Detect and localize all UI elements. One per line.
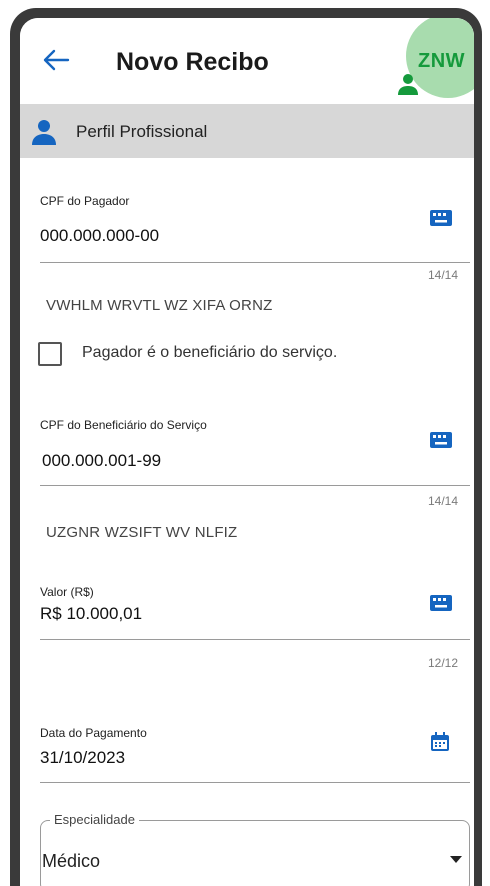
beneficiary-cpf-counter: 14/14 bbox=[428, 494, 459, 508]
amount-label: Valor (R$) bbox=[40, 585, 94, 599]
payer-cpf-counter: 14/14 bbox=[428, 268, 459, 282]
payer-cpf-underline bbox=[40, 262, 470, 263]
specialty-legend: Especialidade bbox=[50, 812, 139, 827]
payer-name: VWHLM WRVTL WZ XIFA ORNZ bbox=[46, 297, 273, 314]
payment-date-input[interactable]: 31/10/2023 bbox=[40, 748, 125, 768]
payer-cpf-input[interactable]: 000.000.000-00 bbox=[40, 226, 159, 246]
page-title: Novo Recibo bbox=[116, 48, 269, 76]
user-icon[interactable] bbox=[396, 72, 420, 96]
back-arrow-icon[interactable] bbox=[42, 48, 70, 72]
dropdown-arrow-icon[interactable] bbox=[450, 856, 462, 864]
payment-date-label: Data do Pagamento bbox=[40, 726, 147, 740]
beneficiary-cpf-label: CPF do Beneficiário do Serviço bbox=[40, 418, 207, 432]
app-screen: Novo Recibo ZNW Perfil Profissional CPF … bbox=[20, 18, 474, 886]
payment-date-underline bbox=[40, 782, 470, 783]
beneficiary-name: UZGNR WZSIFT WV NLFIZ bbox=[46, 524, 238, 541]
calendar-icon[interactable] bbox=[430, 732, 450, 752]
keyboard-icon[interactable] bbox=[430, 210, 452, 226]
keyboard-icon[interactable] bbox=[430, 595, 452, 611]
payer-is-beneficiary-label[interactable]: Pagador é o beneficiário do serviço. bbox=[82, 344, 337, 362]
payer-is-beneficiary-checkbox[interactable] bbox=[38, 342, 62, 366]
section-label: Perfil Profissional bbox=[76, 122, 208, 141]
payer-cpf-label: CPF do Pagador bbox=[40, 194, 130, 208]
specialty-selected-value[interactable]: Médico bbox=[42, 851, 100, 872]
beneficiary-cpf-underline bbox=[40, 485, 470, 486]
beneficiary-cpf-input[interactable]: 000.000.001-99 bbox=[42, 451, 161, 471]
amount-counter: 12/12 bbox=[428, 656, 459, 670]
amount-input[interactable]: R$ 10.000,01 bbox=[40, 604, 142, 624]
specialty-select[interactable] bbox=[40, 820, 470, 886]
amount-underline bbox=[40, 639, 470, 640]
keyboard-icon[interactable] bbox=[430, 432, 452, 448]
app-bar: Novo Recibo ZNW bbox=[20, 18, 474, 104]
avatar-initials[interactable]: ZNW bbox=[418, 50, 465, 73]
profile-section-header[interactable]: Perfil Profissional bbox=[20, 104, 474, 158]
person-icon bbox=[32, 120, 56, 145]
